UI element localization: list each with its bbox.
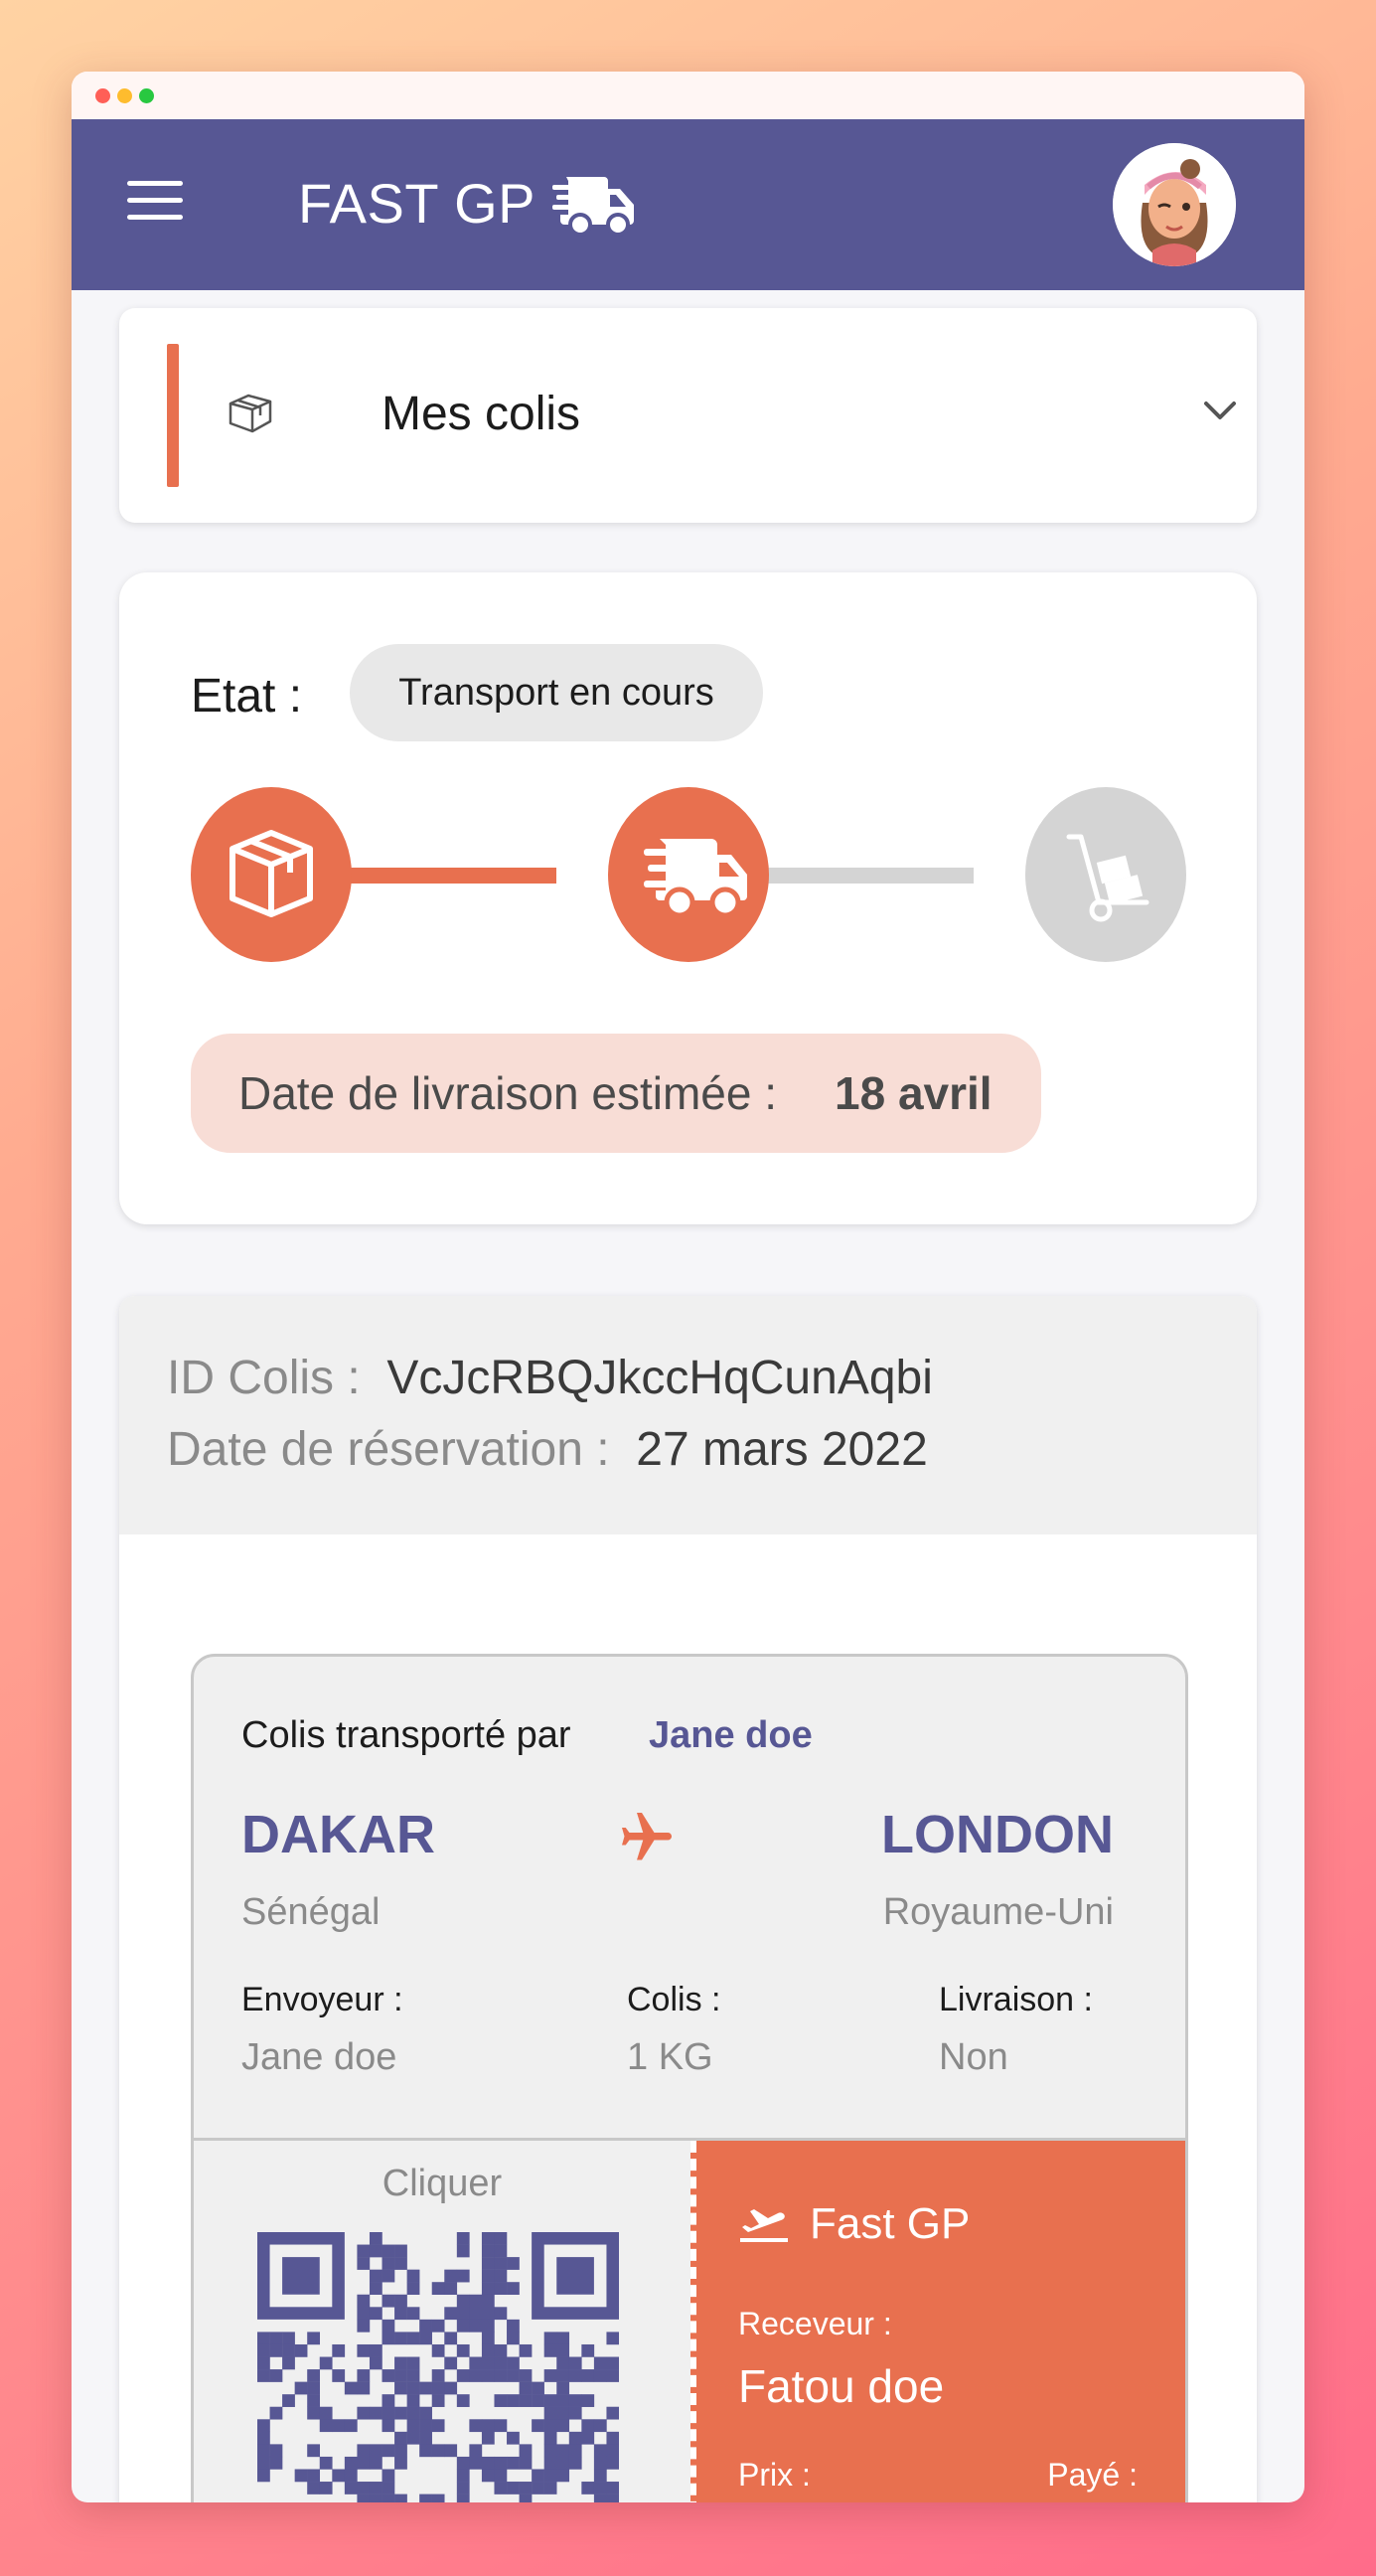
chevron-down-icon[interactable] — [1202, 398, 1238, 423]
status-card: Etat : Transport en cours Date de livrai… — [119, 572, 1257, 1224]
delivery-status-label: Livraison : — [939, 1981, 1093, 2018]
origin-country: Sénégal — [241, 1891, 381, 1933]
origin-city: DAKAR — [241, 1805, 435, 1864]
package-outline-icon — [229, 394, 272, 433]
parcel-weight-value: 1 KG — [627, 2036, 713, 2078]
menu-icon[interactable] — [127, 181, 183, 221]
qr-section[interactable]: Cliquer — [194, 2141, 690, 2502]
zoom-window-dot[interactable] — [139, 88, 154, 103]
step-transport — [608, 787, 769, 962]
progress-line-done — [318, 868, 556, 884]
destination-city: LONDON — [881, 1805, 1114, 1864]
destination-country: Royaume-Uni — [882, 1891, 1114, 1933]
parcel-id-value: VcJcRBQJkccHqCunAqbi — [386, 1352, 933, 1404]
package-icon — [229, 830, 313, 917]
truck-fast-icon — [552, 177, 634, 237]
parcel-weight-label: Colis : — [627, 1981, 721, 2018]
status-label: Etat : — [191, 670, 303, 723]
parcel-details-card: ID Colis : VcJcRBQJkccHqCunAqbi Date de … — [119, 1296, 1257, 2502]
stub-brand: Fast GP — [810, 2199, 971, 2248]
airplane-icon — [622, 1813, 672, 1860]
dropdown-title: Mes colis — [382, 388, 581, 440]
app-window: FAST GP Mes colis Etat: Transport en co… — [72, 72, 1304, 2502]
estimated-delivery-label: Date de livraison estimée : — [238, 1067, 778, 1119]
hand-truck-icon — [1066, 834, 1149, 922]
truck-icon — [644, 839, 747, 918]
receiver-label: Receveur : — [738, 2306, 892, 2341]
app-header: FAST GP — [72, 119, 1304, 290]
estimated-delivery-date: 18 avril — [835, 1067, 993, 1119]
app-title: FAST GP — [298, 172, 535, 235]
my-parcels-dropdown[interactable]: Mes colis — [119, 308, 1257, 523]
reservation-date-value: 27 mars 2022 — [636, 1423, 928, 1476]
status-chip: Transport en cours — [350, 644, 763, 741]
parcel-id-row: ID Colis : VcJcRBQJkccHqCunAqbi — [167, 1350, 933, 1407]
shipping-ticket[interactable]: Colis transporté par Jane doe DAKAR Séné… — [191, 1654, 1188, 2502]
receiver-value: Fatou doe — [738, 2360, 945, 2412]
parcel-id-label: ID Colis : — [167, 1352, 361, 1404]
qr-code[interactable] — [257, 2232, 619, 2502]
carrier-label: Colis transporté par — [241, 1714, 571, 1756]
user-avatar[interactable] — [1113, 143, 1236, 266]
step-package — [191, 787, 352, 962]
parcel-details-header: ID Colis : VcJcRBQJkccHqCunAqbi Date de … — [119, 1296, 1257, 1534]
minimize-window-dot[interactable] — [117, 88, 132, 103]
accent-bar — [167, 344, 179, 487]
ticket-perforation — [690, 2141, 696, 2502]
close-window-dot[interactable] — [95, 88, 110, 103]
paid-label: Payé : — [1047, 2457, 1138, 2493]
plane-departure-icon — [740, 2209, 788, 2242]
reservation-date-row: Date de réservation : 27 mars 2022 — [167, 1421, 928, 1479]
carrier-name[interactable]: Jane doe — [649, 1716, 813, 1754]
price-label: Prix : — [738, 2457, 811, 2493]
estimated-delivery: Date de livraison estimée : 18 avril — [191, 1034, 1041, 1153]
reservation-date-label: Date de réservation : — [167, 1423, 610, 1476]
step-delivery — [1025, 787, 1186, 962]
ticket-stub: Fast GP Receveur : Fatou doe Prix : Payé… — [690, 2141, 1185, 2502]
sender-value: Jane doe — [241, 2036, 397, 2078]
window-titlebar — [72, 72, 1304, 119]
sender-label: Envoyeur : — [241, 1981, 403, 2018]
delivery-status-value: Non — [939, 2036, 1008, 2078]
qr-caption[interactable]: Cliquer — [194, 2165, 690, 2202]
